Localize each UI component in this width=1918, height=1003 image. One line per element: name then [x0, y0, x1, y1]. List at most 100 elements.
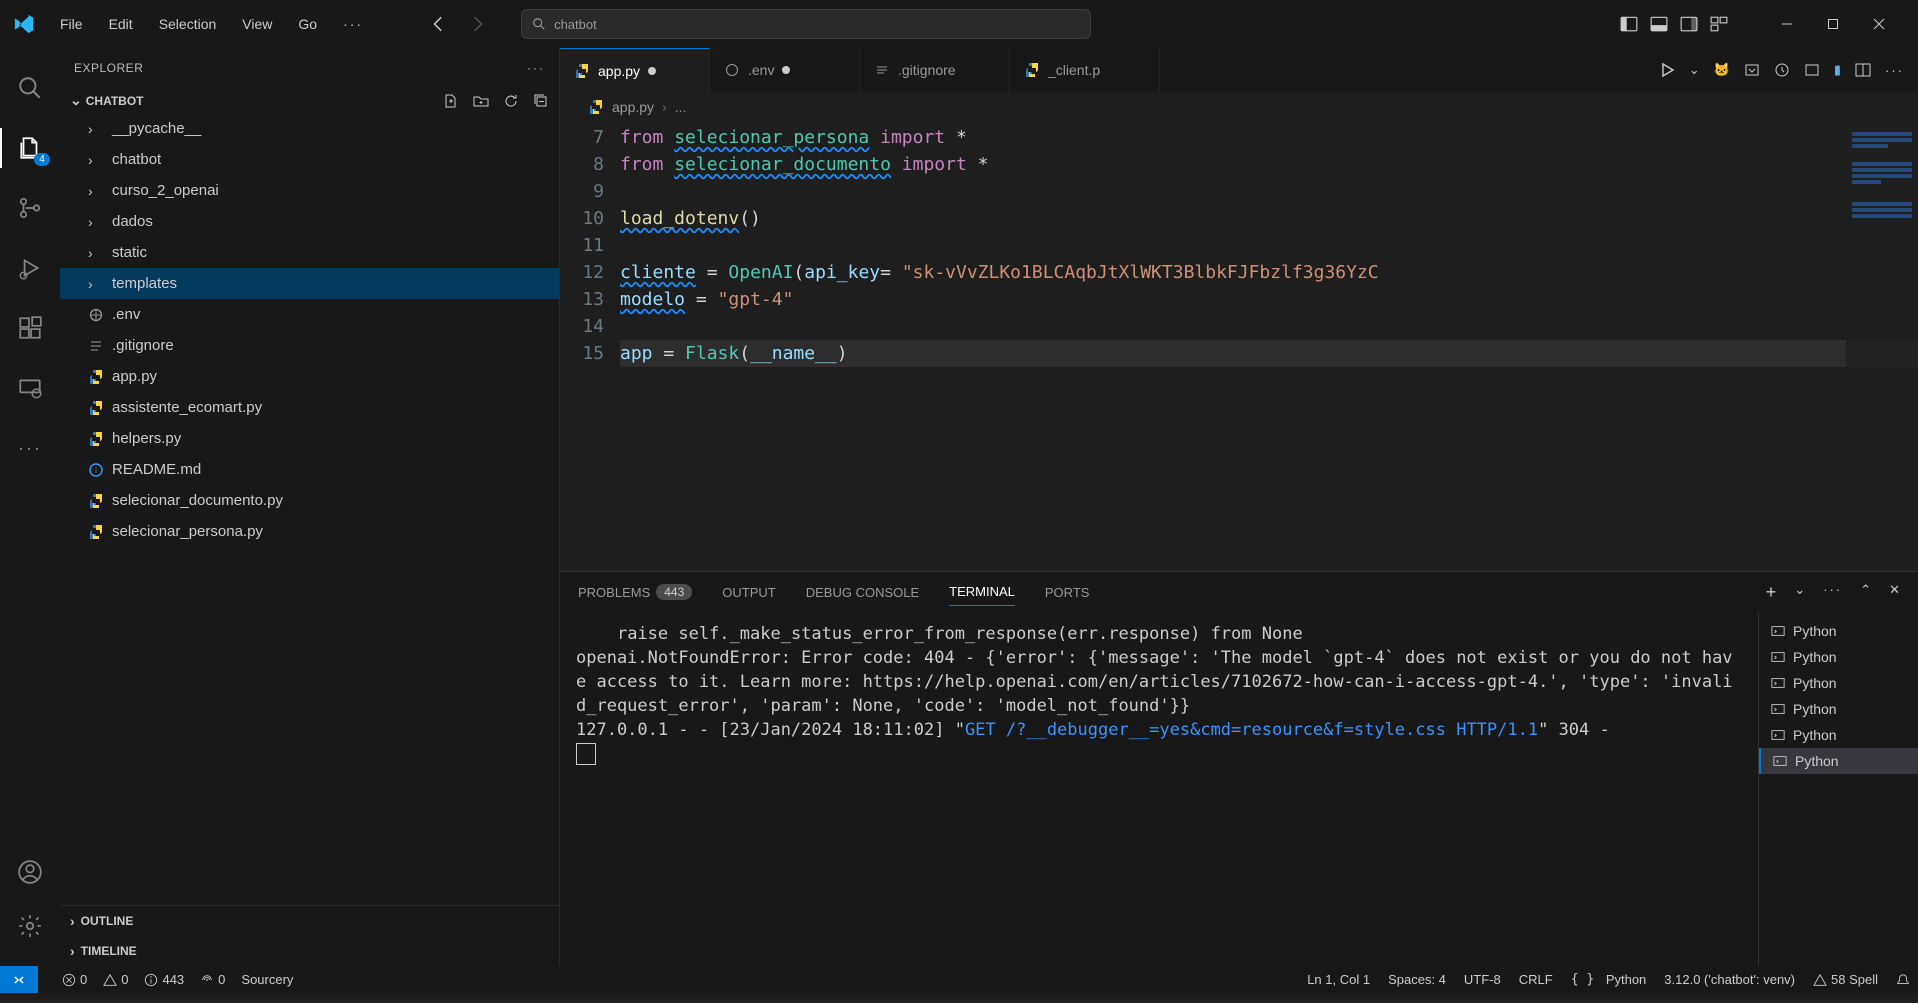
editor-tab--client-p[interactable]: _client.p — [1010, 48, 1160, 92]
terminal-session[interactable]: Python — [1759, 618, 1918, 644]
menu-more[interactable]: ··· — [331, 10, 375, 38]
tab-output[interactable]: OUTPUT — [722, 579, 775, 606]
mouse-icon[interactable]: ▮ — [1834, 62, 1841, 78]
run-dropdown-icon[interactable]: ⌄ — [1689, 62, 1700, 78]
tree-item-static[interactable]: ›static — [60, 237, 559, 268]
timeline-section[interactable]: ›TIMELINE — [60, 936, 559, 966]
tree-item-app-py[interactable]: app.py — [60, 361, 559, 392]
activity-account[interactable] — [6, 848, 54, 896]
file-tree[interactable]: ›__pycache__›chatbot›curso_2_openai›dado… — [60, 113, 559, 905]
editor-tab--gitignore[interactable]: .gitignore — [860, 48, 1010, 92]
status-eol[interactable]: CRLF — [1519, 972, 1553, 987]
tree-item-dados[interactable]: ›dados — [60, 206, 559, 237]
activity-remote[interactable] — [6, 364, 54, 412]
close-panel-icon[interactable]: ✕ — [1889, 582, 1900, 603]
status-warnings[interactable]: 0 — [103, 972, 128, 987]
refresh-icon[interactable] — [503, 93, 519, 109]
tree-item-selecionar-documento-py[interactable]: selecionar_documento.py — [60, 485, 559, 516]
tree-item-templates[interactable]: ›templates — [60, 268, 559, 299]
split-editor-icon[interactable] — [1855, 62, 1871, 78]
status-ports[interactable]: 0 — [200, 972, 225, 987]
remote-indicator[interactable] — [0, 966, 38, 993]
status-cursor-position[interactable]: Ln 1, Col 1 — [1307, 972, 1370, 987]
cat-icon[interactable]: 🐱 — [1714, 62, 1730, 78]
panel-more-icon[interactable]: ··· — [1823, 582, 1842, 603]
terminal-session[interactable]: Python — [1759, 644, 1918, 670]
activity-extensions[interactable] — [6, 304, 54, 352]
toggle-primary-sidebar-icon[interactable] — [1620, 15, 1638, 33]
menubar: File Edit Selection View Go ··· — [48, 10, 375, 38]
customize-layout-icon[interactable] — [1710, 15, 1728, 33]
project-name: CHATBOT — [86, 94, 144, 108]
new-folder-icon[interactable] — [473, 93, 489, 109]
toggle-secondary-sidebar-icon[interactable] — [1680, 15, 1698, 33]
breadcrumb-file[interactable]: app.py — [612, 99, 654, 115]
new-file-icon[interactable] — [443, 93, 459, 109]
menu-edit[interactable]: Edit — [97, 10, 145, 38]
terminal-session[interactable]: Python — [1759, 670, 1918, 696]
tab-problems[interactable]: PROBLEMS 443 — [578, 578, 692, 606]
preview-icon[interactable] — [1744, 62, 1760, 78]
svg-text:i: i — [95, 466, 97, 475]
editor[interactable]: 789101112131415 from selecionar_persona … — [560, 122, 1918, 571]
tree-item---pycache--[interactable]: ›__pycache__ — [60, 113, 559, 144]
command-center[interactable]: chatbot — [521, 9, 1091, 39]
editor-tab-app-py[interactable]: app.py — [560, 48, 710, 92]
tab-debug-console[interactable]: DEBUG CONSOLE — [806, 579, 919, 606]
terminal-output[interactable]: raise self._make_status_error_from_respo… — [560, 612, 1758, 966]
status-encoding[interactable]: UTF-8 — [1464, 972, 1501, 987]
collapse-all-icon[interactable] — [533, 93, 549, 109]
terminal-dropdown-icon[interactable]: ⌄ — [1794, 582, 1805, 603]
tab-terminal[interactable]: TERMINAL — [949, 578, 1015, 606]
status-interpreter[interactable]: 3.12.0 ('chatbot': venv) — [1664, 972, 1795, 987]
menu-selection[interactable]: Selection — [147, 10, 229, 38]
sidebar-more-icon[interactable]: ··· — [527, 61, 545, 75]
terminal-session[interactable]: Python — [1759, 696, 1918, 722]
nav-back[interactable] — [429, 15, 449, 33]
status-info[interactable]: 443 — [144, 972, 184, 987]
status-sourcery[interactable]: Sourcery — [241, 972, 293, 987]
titlebar: File Edit Selection View Go ··· chatbot — [0, 0, 1918, 48]
activity-explorer[interactable]: 4 — [6, 124, 54, 172]
status-spell[interactable]: 58 Spell — [1813, 972, 1878, 987]
menu-go[interactable]: Go — [286, 10, 329, 38]
window-close[interactable] — [1856, 4, 1902, 44]
nav-forward[interactable] — [467, 15, 487, 33]
tree-item-helpers-py[interactable]: helpers.py — [60, 423, 559, 454]
outline-section[interactable]: ›OUTLINE — [60, 906, 559, 936]
run-icon[interactable] — [1659, 62, 1675, 78]
status-language[interactable]: { } Python — [1571, 972, 1647, 987]
editor-tab--env[interactable]: .env — [710, 48, 860, 92]
breadcrumb[interactable]: app.py › ... — [560, 92, 1918, 122]
tree-item-curso-2-openai[interactable]: ›curso_2_openai — [60, 175, 559, 206]
history-icon[interactable] — [1774, 62, 1790, 78]
status-notifications[interactable] — [1896, 973, 1910, 987]
new-terminal-icon[interactable]: + — [1766, 582, 1777, 603]
activity-settings[interactable] — [6, 902, 54, 950]
minimap[interactable] — [1846, 122, 1918, 571]
bookmark-icon[interactable] — [1804, 62, 1820, 78]
status-errors[interactable]: 0 — [62, 972, 87, 987]
menu-file[interactable]: File — [48, 10, 95, 38]
terminal-session[interactable]: Python — [1759, 722, 1918, 748]
tree-item-assistente-ecomart-py[interactable]: assistente_ecomart.py — [60, 392, 559, 423]
maximize-panel-icon[interactable]: ⌃ — [1860, 582, 1871, 603]
activity-more[interactable]: ··· — [6, 424, 54, 472]
tree-item-selecionar-persona-py[interactable]: selecionar_persona.py — [60, 516, 559, 547]
activity-search[interactable] — [6, 64, 54, 112]
tree-item-readme-md[interactable]: iREADME.md — [60, 454, 559, 485]
tree-item--env[interactable]: .env — [60, 299, 559, 330]
tree-item--gitignore[interactable]: .gitignore — [60, 330, 559, 361]
window-maximize[interactable] — [1810, 4, 1856, 44]
activity-run-debug[interactable] — [6, 244, 54, 292]
chevron-down-icon[interactable]: ⌄ — [70, 92, 82, 109]
terminal-session[interactable]: Python — [1759, 748, 1918, 774]
toggle-panel-icon[interactable] — [1650, 15, 1668, 33]
status-indentation[interactable]: Spaces: 4 — [1388, 972, 1446, 987]
window-minimize[interactable] — [1764, 4, 1810, 44]
tree-item-chatbot[interactable]: ›chatbot — [60, 144, 559, 175]
editor-more-icon[interactable]: ··· — [1885, 63, 1904, 78]
menu-view[interactable]: View — [230, 10, 284, 38]
tab-ports[interactable]: PORTS — [1045, 579, 1090, 606]
activity-source-control[interactable] — [6, 184, 54, 232]
